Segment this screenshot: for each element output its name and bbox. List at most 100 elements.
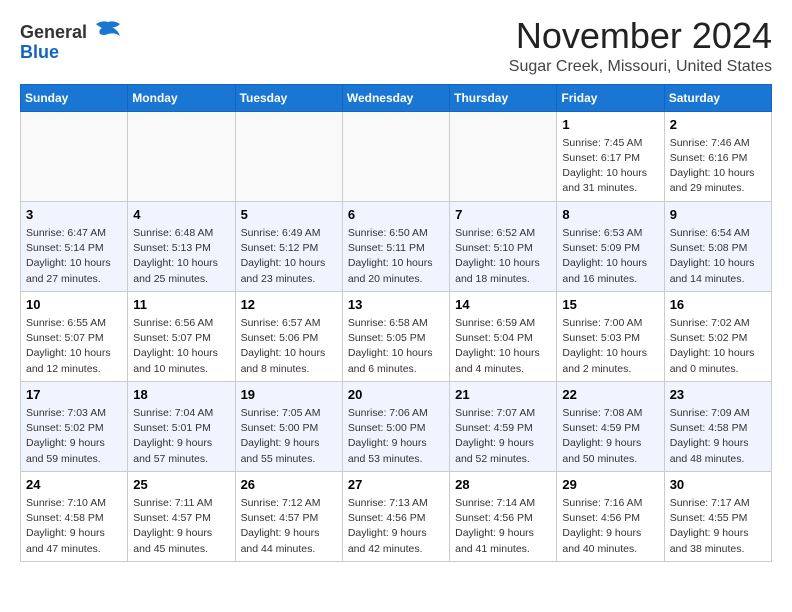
- calendar-cell: [450, 111, 557, 201]
- day-number: 6: [348, 206, 444, 224]
- day-info: Sunrise: 6:59 AM Sunset: 5:04 PM Dayligh…: [455, 316, 551, 377]
- calendar-cell: 15 Sunrise: 7:00 AM Sunset: 5:03 PM Dayli…: [557, 291, 664, 381]
- calendar-cell: 7 Sunrise: 6:52 AM Sunset: 5:10 PM Daylig…: [450, 201, 557, 291]
- calendar-week-row: 10Sunrise: 6:55 AM Sunset: 5:07 PM Dayli…: [21, 291, 772, 381]
- day-number: 30: [670, 476, 766, 494]
- day-info: Sunrise: 6:57 AM Sunset: 5:06 PM Dayligh…: [241, 316, 337, 377]
- weekday-header-thursday: Thursday: [450, 84, 557, 111]
- calendar-cell: 8 Sunrise: 6:53 AM Sunset: 5:09 PM Daylig…: [557, 201, 664, 291]
- day-info: Sunrise: 7:09 AM Sunset: 4:58 PM Dayligh…: [670, 406, 766, 467]
- day-number: 29: [562, 476, 658, 494]
- page: General Blue November 2024 Sugar Creek, …: [0, 0, 792, 578]
- calendar-cell: 13Sunrise: 6:58 AM Sunset: 5:05 PM Dayli…: [342, 291, 449, 381]
- calendar-cell: [342, 111, 449, 201]
- day-info: Sunrise: 7:46 AM Sunset: 6:16 PM Dayligh…: [670, 136, 766, 197]
- day-number: 27: [348, 476, 444, 494]
- calendar-cell: 21Sunrise: 7:07 AM Sunset: 4:59 PM Dayli…: [450, 381, 557, 471]
- day-info: Sunrise: 7:17 AM Sunset: 4:55 PM Dayligh…: [670, 496, 766, 557]
- calendar-cell: 17Sunrise: 7:03 AM Sunset: 5:02 PM Dayli…: [21, 381, 128, 471]
- title-block: November 2024 Sugar Creek, Missouri, Uni…: [509, 16, 772, 76]
- calendar-cell: 23 Sunrise: 7:09 AM Sunset: 4:58 PM Dayli…: [664, 381, 771, 471]
- calendar-cell: 24Sunrise: 7:10 AM Sunset: 4:58 PM Dayli…: [21, 471, 128, 561]
- day-number: 28: [455, 476, 551, 494]
- day-info: Sunrise: 7:04 AM Sunset: 5:01 PM Dayligh…: [133, 406, 229, 467]
- day-number: 4: [133, 206, 229, 224]
- day-info: Sunrise: 6:54 AM Sunset: 5:08 PM Dayligh…: [670, 226, 766, 287]
- weekday-header-sunday: Sunday: [21, 84, 128, 111]
- day-number: 18: [133, 386, 229, 404]
- weekday-header-wednesday: Wednesday: [342, 84, 449, 111]
- day-number: 8: [562, 206, 658, 224]
- day-number: 2: [670, 116, 766, 134]
- day-number: 11: [133, 296, 229, 314]
- day-number: 15: [562, 296, 658, 314]
- day-number: 20: [348, 386, 444, 404]
- day-number: 10: [26, 296, 122, 314]
- weekday-header-monday: Monday: [128, 84, 235, 111]
- logo-bird-icon: [94, 20, 122, 38]
- weekday-header-row: SundayMondayTuesdayWednesdayThursdayFrid…: [21, 84, 772, 111]
- day-number: 19: [241, 386, 337, 404]
- calendar-cell: 2 Sunrise: 7:46 AM Sunset: 6:16 PM Daylig…: [664, 111, 771, 201]
- day-number: 21: [455, 386, 551, 404]
- weekday-header-tuesday: Tuesday: [235, 84, 342, 111]
- calendar-cell: 6 Sunrise: 6:50 AM Sunset: 5:11 PM Daylig…: [342, 201, 449, 291]
- calendar-cell: 4 Sunrise: 6:48 AM Sunset: 5:13 PM Daylig…: [128, 201, 235, 291]
- day-number: 14: [455, 296, 551, 314]
- logo-blue: Blue: [20, 43, 59, 63]
- day-number: 9: [670, 206, 766, 224]
- calendar-cell: 1Sunrise: 7:45 AM Sunset: 6:17 PM Daylig…: [557, 111, 664, 201]
- day-info: Sunrise: 7:14 AM Sunset: 4:56 PM Dayligh…: [455, 496, 551, 557]
- weekday-header-saturday: Saturday: [664, 84, 771, 111]
- day-info: Sunrise: 6:47 AM Sunset: 5:14 PM Dayligh…: [26, 226, 122, 287]
- day-info: Sunrise: 7:03 AM Sunset: 5:02 PM Dayligh…: [26, 406, 122, 467]
- day-info: Sunrise: 7:05 AM Sunset: 5:00 PM Dayligh…: [241, 406, 337, 467]
- day-info: Sunrise: 7:02 AM Sunset: 5:02 PM Dayligh…: [670, 316, 766, 377]
- day-info: Sunrise: 7:08 AM Sunset: 4:59 PM Dayligh…: [562, 406, 658, 467]
- calendar-cell: [235, 111, 342, 201]
- day-number: 3: [26, 206, 122, 224]
- day-info: Sunrise: 6:49 AM Sunset: 5:12 PM Dayligh…: [241, 226, 337, 287]
- day-number: 7: [455, 206, 551, 224]
- calendar-cell: 10Sunrise: 6:55 AM Sunset: 5:07 PM Dayli…: [21, 291, 128, 381]
- day-info: Sunrise: 6:48 AM Sunset: 5:13 PM Dayligh…: [133, 226, 229, 287]
- calendar-cell: 5 Sunrise: 6:49 AM Sunset: 5:12 PM Daylig…: [235, 201, 342, 291]
- day-info: Sunrise: 7:11 AM Sunset: 4:57 PM Dayligh…: [133, 496, 229, 557]
- weekday-header-friday: Friday: [557, 84, 664, 111]
- day-info: Sunrise: 7:45 AM Sunset: 6:17 PM Dayligh…: [562, 136, 658, 197]
- day-number: 23: [670, 386, 766, 404]
- day-info: Sunrise: 7:16 AM Sunset: 4:56 PM Dayligh…: [562, 496, 658, 557]
- logo: General Blue: [20, 16, 122, 63]
- calendar-cell: [128, 111, 235, 201]
- day-info: Sunrise: 7:00 AM Sunset: 5:03 PM Dayligh…: [562, 316, 658, 377]
- day-number: 22: [562, 386, 658, 404]
- day-info: Sunrise: 7:13 AM Sunset: 4:56 PM Dayligh…: [348, 496, 444, 557]
- calendar-week-row: 1Sunrise: 7:45 AM Sunset: 6:17 PM Daylig…: [21, 111, 772, 201]
- day-info: Sunrise: 6:52 AM Sunset: 5:10 PM Dayligh…: [455, 226, 551, 287]
- calendar-cell: 25Sunrise: 7:11 AM Sunset: 4:57 PM Dayli…: [128, 471, 235, 561]
- calendar-table: SundayMondayTuesdayWednesdayThursdayFrid…: [20, 84, 772, 562]
- day-info: Sunrise: 6:56 AM Sunset: 5:07 PM Dayligh…: [133, 316, 229, 377]
- day-number: 5: [241, 206, 337, 224]
- calendar-cell: 12 Sunrise: 6:57 AM Sunset: 5:06 PM Dayli…: [235, 291, 342, 381]
- day-info: Sunrise: 6:50 AM Sunset: 5:11 PM Dayligh…: [348, 226, 444, 287]
- calendar-cell: 26Sunrise: 7:12 AM Sunset: 4:57 PM Dayli…: [235, 471, 342, 561]
- calendar-cell: 22 Sunrise: 7:08 AM Sunset: 4:59 PM Dayli…: [557, 381, 664, 471]
- calendar-cell: 20Sunrise: 7:06 AM Sunset: 5:00 PM Dayli…: [342, 381, 449, 471]
- day-number: 12: [241, 296, 337, 314]
- month-title: November 2024: [509, 16, 772, 56]
- day-number: 24: [26, 476, 122, 494]
- calendar-week-row: 24Sunrise: 7:10 AM Sunset: 4:58 PM Dayli…: [21, 471, 772, 561]
- calendar-cell: 19 Sunrise: 7:05 AM Sunset: 5:00 PM Dayli…: [235, 381, 342, 471]
- day-info: Sunrise: 6:53 AM Sunset: 5:09 PM Dayligh…: [562, 226, 658, 287]
- calendar-cell: 16 Sunrise: 7:02 AM Sunset: 5:02 PM Dayli…: [664, 291, 771, 381]
- calendar-cell: 18 Sunrise: 7:04 AM Sunset: 5:01 PM Dayli…: [128, 381, 235, 471]
- calendar-cell: [21, 111, 128, 201]
- location-title: Sugar Creek, Missouri, United States: [509, 58, 772, 76]
- calendar-cell: 3 Sunrise: 6:47 AM Sunset: 5:14 PM Daylig…: [21, 201, 128, 291]
- calendar-cell: 30 Sunrise: 7:17 AM Sunset: 4:55 PM Dayli…: [664, 471, 771, 561]
- calendar-week-row: 17Sunrise: 7:03 AM Sunset: 5:02 PM Dayli…: [21, 381, 772, 471]
- calendar-cell: 9 Sunrise: 6:54 AM Sunset: 5:08 PM Daylig…: [664, 201, 771, 291]
- calendar-cell: 27 Sunrise: 7:13 AM Sunset: 4:56 PM Dayli…: [342, 471, 449, 561]
- day-number: 16: [670, 296, 766, 314]
